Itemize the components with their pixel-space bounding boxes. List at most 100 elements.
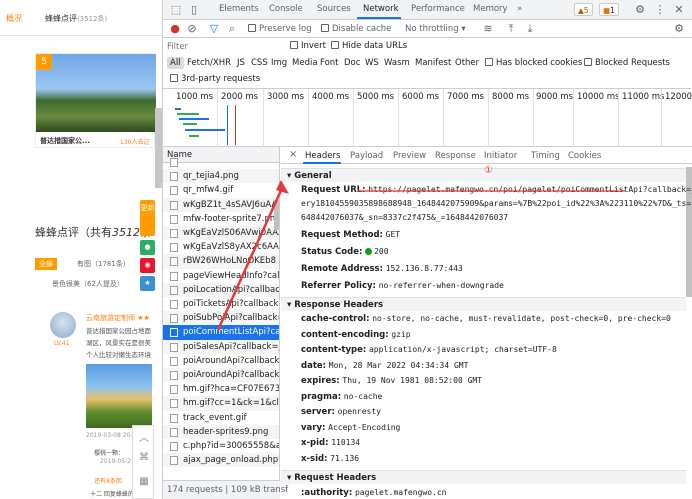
filter-scenery-chip[interactable]: 景色很美（62人提及） <box>48 278 128 290</box>
tab-sources[interactable]: Sources <box>317 4 351 14</box>
back-to-top-icon[interactable]: ︿ <box>137 429 151 444</box>
export-har-icon[interactable]: ⤓ <box>523 22 537 36</box>
request-row[interactable]: wKgBZ1t_4sSAVJ6uAAAl <box>163 197 279 212</box>
request-row-selected[interactable]: poiCommentListApi?call <box>163 325 279 340</box>
review-username[interactable]: 云南旅游定制师 ★★ <box>86 313 150 323</box>
type-filter-all[interactable]: All <box>167 57 184 69</box>
tab-preview[interactable]: Preview <box>393 151 426 161</box>
request-row[interactable]: wKgEaVzlS8yAX2c6AAA <box>163 240 279 254</box>
device-toolbar-icon[interactable]: ▯ <box>187 3 201 17</box>
request-row[interactable]: poiAroundApi?callback <box>163 368 279 383</box>
request-row[interactable] <box>163 155 279 169</box>
weibo-icon[interactable]: ◉ <box>140 258 155 273</box>
request-headers-section-header[interactable]: ▾ Request Headers <box>281 470 686 484</box>
type-filter-fetch-xhr[interactable]: Fetch/XHR <box>187 58 231 68</box>
issues-badge[interactable]: ■1 <box>599 3 619 16</box>
gear-icon[interactable]: ⚙ <box>633 3 647 17</box>
tab-initiator[interactable]: Initiator <box>484 151 517 161</box>
request-list-scrollbar[interactable] <box>274 200 279 230</box>
request-row[interactable]: ajax_page_onload.php? <box>163 453 279 468</box>
network-overview-timeline[interactable]: 1000 ms 2000 ms 3000 ms 4000 ms 5000 ms … <box>163 89 692 147</box>
tab-overview[interactable]: 概况 <box>6 13 22 24</box>
request-row[interactable]: poiAroundApi?callback <box>163 354 279 368</box>
link-icon[interactable]: ⌘ <box>137 452 151 463</box>
preserve-log-checkbox[interactable]: Preserve log <box>248 24 312 34</box>
tab-reviews[interactable]: 蜂蜂点评(3512条) <box>45 13 107 24</box>
third-party-checkbox[interactable]: 3rd-party requests <box>170 74 260 84</box>
update-button[interactable]: 更新 <box>140 200 155 236</box>
tab-memory[interactable]: Memory <box>473 4 508 14</box>
network-settings-icon[interactable]: ⚙ <box>672 22 686 36</box>
filter-input[interactable] <box>167 40 279 53</box>
review-title-prefix: 蜂蜂点评（共有 <box>35 226 112 239</box>
more-replies-link[interactable]: 还有8条回 <box>94 476 122 485</box>
tab-performance[interactable]: Performance <box>411 4 465 14</box>
request-row[interactable]: poiSubPoiApi?callback= <box>163 311 279 326</box>
throttling-select[interactable]: No throttling ▾ <box>405 24 466 34</box>
tab-cookies[interactable]: Cookies <box>568 151 601 161</box>
filter-images-chip[interactable]: 有图（1781条） <box>73 258 134 270</box>
type-filter-font[interactable]: Font <box>320 58 339 68</box>
type-filter-ws[interactable]: WS <box>365 58 379 68</box>
more-tabs-button[interactable]: » <box>517 4 522 14</box>
tab-response[interactable]: Response <box>435 151 476 161</box>
warnings-badge[interactable]: ▲5 <box>574 3 593 16</box>
request-row[interactable]: hm.gif?cc=1&ck=1&cl= <box>163 396 279 411</box>
kebab-menu-icon[interactable]: ⋮ <box>653 3 667 17</box>
request-row[interactable]: qr_mfw4.gif <box>163 183 279 197</box>
request-row[interactable]: track_event.gif <box>163 411 279 425</box>
request-row[interactable]: poiLocationApi?callback <box>163 282 279 297</box>
filter-all-chip[interactable]: 全部 <box>35 258 57 270</box>
tab-console[interactable]: Console <box>269 4 303 14</box>
page-scrollbar-thumb[interactable] <box>155 108 162 188</box>
request-row[interactable]: rBW26WHoLNoOKEb8 <box>163 254 279 269</box>
referrer-policy-row: Referrer Policy: no-referrer-when-downgr… <box>301 281 504 291</box>
disable-cache-checkbox[interactable]: Disable cache <box>321 24 391 34</box>
request-row[interactable]: c.php?id=30065558&as <box>163 439 279 453</box>
type-filter-js[interactable]: JS <box>237 58 245 68</box>
request-name: wKgEaVzlS06AVwj0AAA <box>183 228 280 238</box>
response-headers-section-header[interactable]: ▾ Response Headers <box>281 297 686 311</box>
avatar[interactable] <box>50 312 76 338</box>
clear-icon[interactable]: ⊘ <box>185 22 199 36</box>
request-row[interactable]: wKgEaVzlS06AVwj0AAA <box>163 226 280 241</box>
request-row[interactable]: pageViewHeadInfo?call <box>163 269 279 283</box>
tab-payload[interactable]: Payload <box>350 151 383 161</box>
type-filter-media[interactable]: Media <box>292 58 318 68</box>
type-filter-manifest[interactable]: Manifest <box>415 58 451 68</box>
wechat-icon[interactable]: ● <box>140 240 155 255</box>
request-row[interactable]: qr_tejia4.png <box>163 169 279 184</box>
request-row[interactable]: hm.gif?hca=CF07E6735 <box>163 382 279 396</box>
review-photo[interactable] <box>86 364 152 428</box>
qrcode-icon[interactable]: ▦ <box>137 476 151 487</box>
waterfall-bar <box>179 118 209 120</box>
type-filter-wasm[interactable]: Wasm <box>384 58 410 68</box>
filter-icon[interactable]: ▽ <box>207 22 221 36</box>
close-detail-button[interactable]: × <box>289 149 297 160</box>
record-icon[interactable]: ● <box>168 22 182 36</box>
request-row[interactable]: mfw-footer-sprite7.png <box>163 212 279 226</box>
inspect-element-icon[interactable]: ⬚ <box>169 3 183 17</box>
type-filter-css[interactable]: CSS <box>251 58 268 68</box>
request-row[interactable]: poiSalesApi?callback=j <box>163 339 279 354</box>
tab-headers[interactable]: Headers <box>305 151 340 161</box>
search-icon[interactable]: ⌕ <box>225 22 239 36</box>
blocked-cookies-checkbox[interactable]: Has blocked cookies <box>485 58 582 68</box>
request-row[interactable]: header-sprites9.png <box>163 424 279 439</box>
hide-data-urls-checkbox[interactable]: Hide data URLs <box>331 41 407 51</box>
close-icon[interactable]: ✕ <box>672 3 686 17</box>
type-filter-doc[interactable]: Doc <box>344 58 360 68</box>
poi-card[interactable]: 5 普达措国家公... 130人去过 <box>35 53 156 148</box>
request-row[interactable]: poiTicketsApi?callback= <box>163 297 279 311</box>
type-filter-img[interactable]: Img <box>271 58 287 68</box>
qzone-icon[interactable]: ★ <box>140 276 155 291</box>
tab-elements[interactable]: Elements <box>219 4 259 14</box>
invert-checkbox[interactable]: Invert <box>290 41 326 51</box>
tab-timing[interactable]: Timing <box>531 151 560 161</box>
tab-network[interactable]: Network <box>363 4 399 14</box>
type-filter-other[interactable]: Other <box>455 58 479 68</box>
import-har-icon[interactable]: ⤒ <box>504 22 518 36</box>
blocked-requests-checkbox[interactable]: Blocked Requests <box>584 58 670 68</box>
header-name: server: <box>301 407 335 417</box>
wifi-icon[interactable]: ≋ <box>481 22 495 36</box>
